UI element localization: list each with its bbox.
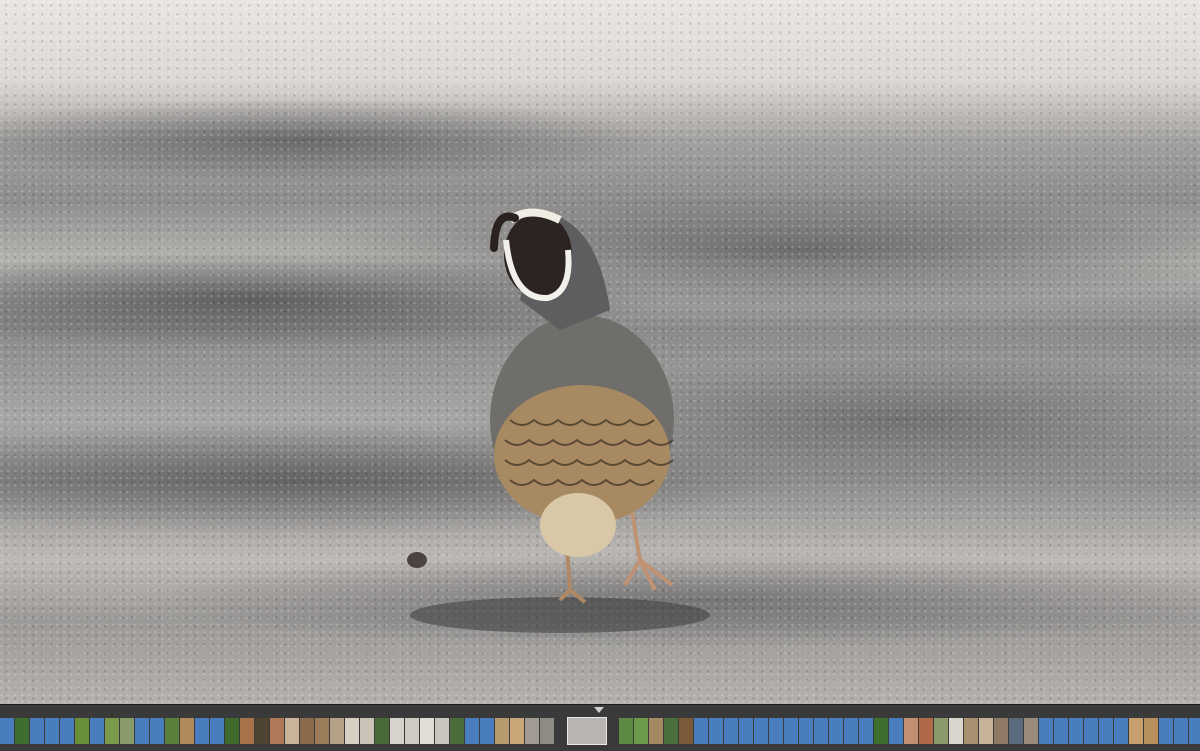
thumbnail[interactable]	[420, 718, 434, 744]
thumbnail[interactable]	[1069, 718, 1083, 744]
thumbnail[interactable]	[90, 718, 104, 744]
thumbnail[interactable]	[360, 718, 374, 744]
filmstrip[interactable]	[0, 704, 1200, 751]
thumbnail[interactable]	[799, 718, 813, 744]
thumbnail[interactable]	[255, 718, 269, 744]
thumbnail[interactable]	[784, 718, 798, 744]
thumbnail[interactable]	[405, 718, 419, 744]
thumbnail[interactable]	[919, 718, 933, 744]
thumbnail[interactable]	[150, 718, 164, 744]
thumbnail[interactable]	[679, 718, 693, 744]
thumbnail-spacer	[612, 718, 618, 744]
thumbnail[interactable]	[315, 718, 329, 744]
thumbnail[interactable]	[375, 718, 389, 744]
thumbnail[interactable]	[1084, 718, 1098, 744]
thumbnail[interactable]	[285, 718, 299, 744]
thumbnail[interactable]	[859, 718, 873, 744]
thumbnail[interactable]	[105, 718, 119, 744]
thumbnail[interactable]	[754, 718, 768, 744]
thumbnail[interactable]	[465, 718, 479, 744]
thumbnail[interactable]	[1159, 718, 1173, 744]
thumbnail[interactable]	[1144, 718, 1158, 744]
main-photo	[407, 208, 710, 633]
thumbnail[interactable]	[1129, 718, 1143, 744]
triangle-down-icon	[594, 707, 604, 713]
thumbnail[interactable]	[0, 718, 14, 744]
thumbnail[interactable]	[1054, 718, 1068, 744]
thumbnail-spacer	[555, 718, 561, 744]
thumbnail[interactable]	[979, 718, 993, 744]
thumbnail[interactable]	[1099, 718, 1113, 744]
thumbnail[interactable]	[30, 718, 44, 744]
thumbnail[interactable]	[1174, 718, 1188, 744]
thumbnail[interactable]	[210, 718, 224, 744]
thumbnail[interactable]	[480, 718, 494, 744]
thumbnail[interactable]	[195, 718, 209, 744]
thumbnail[interactable]	[634, 718, 648, 744]
thumbnail[interactable]	[390, 718, 404, 744]
thumbnail[interactable]	[874, 718, 888, 744]
thumbnail[interactable]	[135, 718, 149, 744]
thumbnail[interactable]	[949, 718, 963, 744]
thumbnail[interactable]	[330, 718, 344, 744]
thumbnail[interactable]	[180, 718, 194, 744]
thumbnail[interactable]	[649, 718, 663, 744]
thumbnail[interactable]	[240, 718, 254, 744]
thumbnail[interactable]	[510, 718, 524, 744]
thumbnail[interactable]	[934, 718, 948, 744]
thumbnail[interactable]	[300, 718, 314, 744]
thumbnail[interactable]	[964, 718, 978, 744]
thumbnail[interactable]	[904, 718, 918, 744]
thumbnail[interactable]	[619, 718, 633, 744]
thumbnail[interactable]	[225, 718, 239, 744]
thumbnail[interactable]	[844, 718, 858, 744]
thumbnail[interactable]	[739, 718, 753, 744]
thumbnail[interactable]	[75, 718, 89, 744]
thumbnail[interactable]	[120, 718, 134, 744]
thumbnail[interactable]	[1009, 718, 1023, 744]
thumbnail[interactable]	[270, 718, 284, 744]
thumbnail[interactable]	[829, 718, 843, 744]
thumbnail-selected[interactable]	[567, 717, 607, 745]
thumbnail[interactable]	[1024, 718, 1038, 744]
thumbnail[interactable]	[994, 718, 1008, 744]
thumbnail[interactable]	[495, 718, 509, 744]
thumbnail[interactable]	[450, 718, 464, 744]
photo-viewer[interactable]	[0, 0, 1200, 704]
thumbnail[interactable]	[435, 718, 449, 744]
thumbnail[interactable]	[889, 718, 903, 744]
thumbnail[interactable]	[345, 718, 359, 744]
thumbnail[interactable]	[814, 718, 828, 744]
thumbnail[interactable]	[724, 718, 738, 744]
thumbnail[interactable]	[694, 718, 708, 744]
thumbnail[interactable]	[45, 718, 59, 744]
thumbnail[interactable]	[60, 718, 74, 744]
thumbnail[interactable]	[769, 718, 783, 744]
thumbnail-strip[interactable]	[0, 717, 1200, 745]
thumbnail[interactable]	[1189, 718, 1200, 744]
thumbnail[interactable]	[1039, 718, 1053, 744]
thumbnail[interactable]	[15, 718, 29, 744]
thumbnail[interactable]	[540, 718, 554, 744]
thumbnail[interactable]	[1114, 718, 1128, 744]
thumbnail[interactable]	[664, 718, 678, 744]
thumbnail[interactable]	[165, 718, 179, 744]
thumbnail[interactable]	[525, 718, 539, 744]
thumbnail[interactable]	[709, 718, 723, 744]
